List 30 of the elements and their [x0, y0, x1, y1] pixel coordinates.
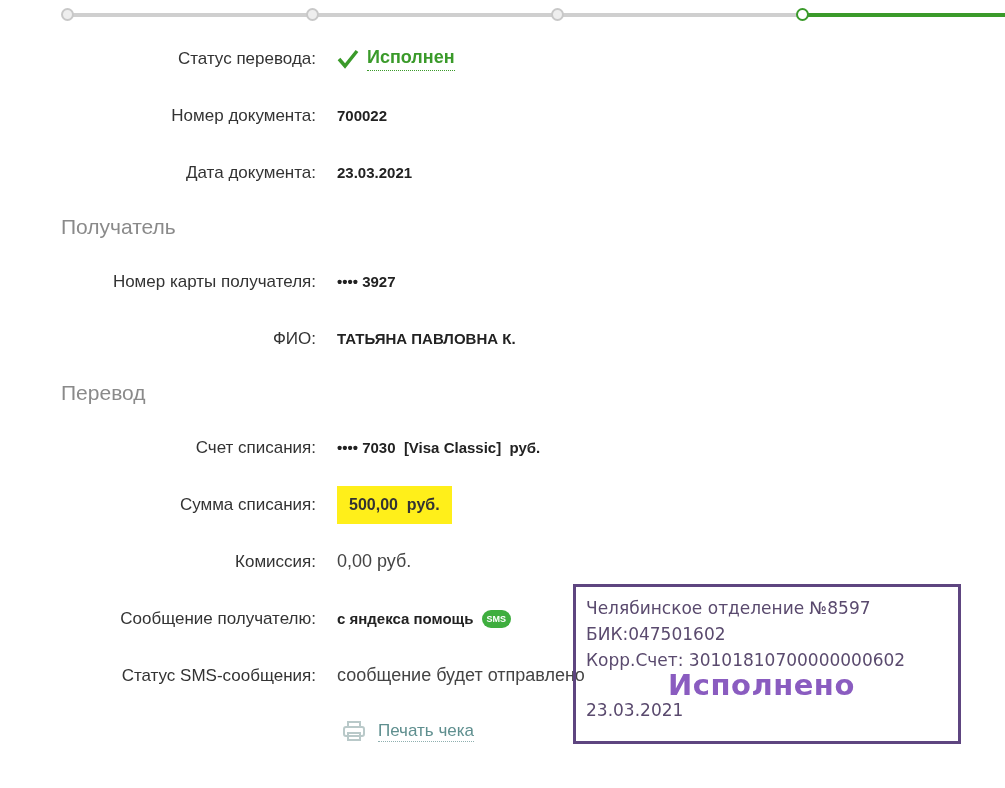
- stamp-line: Челябинское отделение №8597: [586, 597, 872, 620]
- field-label: Сумма списания:: [179, 494, 316, 514]
- field-label: Номер карты получателя:: [112, 271, 316, 291]
- field-label: Статус перевода:: [177, 48, 316, 68]
- field-label: Сообщение получателю:: [120, 608, 316, 628]
- field-label: ФИО:: [272, 328, 316, 348]
- field-label: Комиссия:: [235, 551, 316, 571]
- printer-icon: [342, 720, 366, 742]
- section-title: Получатель: [61, 215, 176, 239]
- stamp-date: 23.03.2021: [586, 699, 685, 722]
- field-value: с яндекса помощь: [337, 610, 474, 627]
- amount-value: 500,00 руб.: [337, 485, 452, 524]
- stamp-line: Корр.Счет: 30101810700000000602: [586, 649, 907, 672]
- field-value: •••• 3927: [337, 273, 396, 290]
- stamp-line: БИК:047501602: [586, 623, 727, 646]
- field-label: Статус SMS-сообщения:: [121, 665, 316, 685]
- stamp-status: Исполнено: [668, 673, 856, 697]
- print-receipt-link[interactable]: Печать чека: [378, 720, 474, 742]
- field-value: 0,00 руб.: [337, 551, 412, 572]
- sms-badge: SMS: [481, 609, 511, 628]
- check-icon: [337, 48, 359, 69]
- field-value: •••• 7030 [Visa Classic] руб.: [337, 439, 541, 456]
- field-value: 700022: [337, 107, 388, 124]
- section-title: Перевод: [61, 381, 146, 405]
- field-value: 23.03.2021: [337, 164, 413, 181]
- field-value: ТАТЬЯНА ПАВЛОВНА К.: [337, 330, 516, 347]
- field-label: Дата документа:: [186, 162, 316, 182]
- field-label: Счет списания:: [195, 437, 316, 457]
- field-label: Номер документа:: [171, 105, 316, 125]
- status-value: Исполнен: [367, 46, 455, 71]
